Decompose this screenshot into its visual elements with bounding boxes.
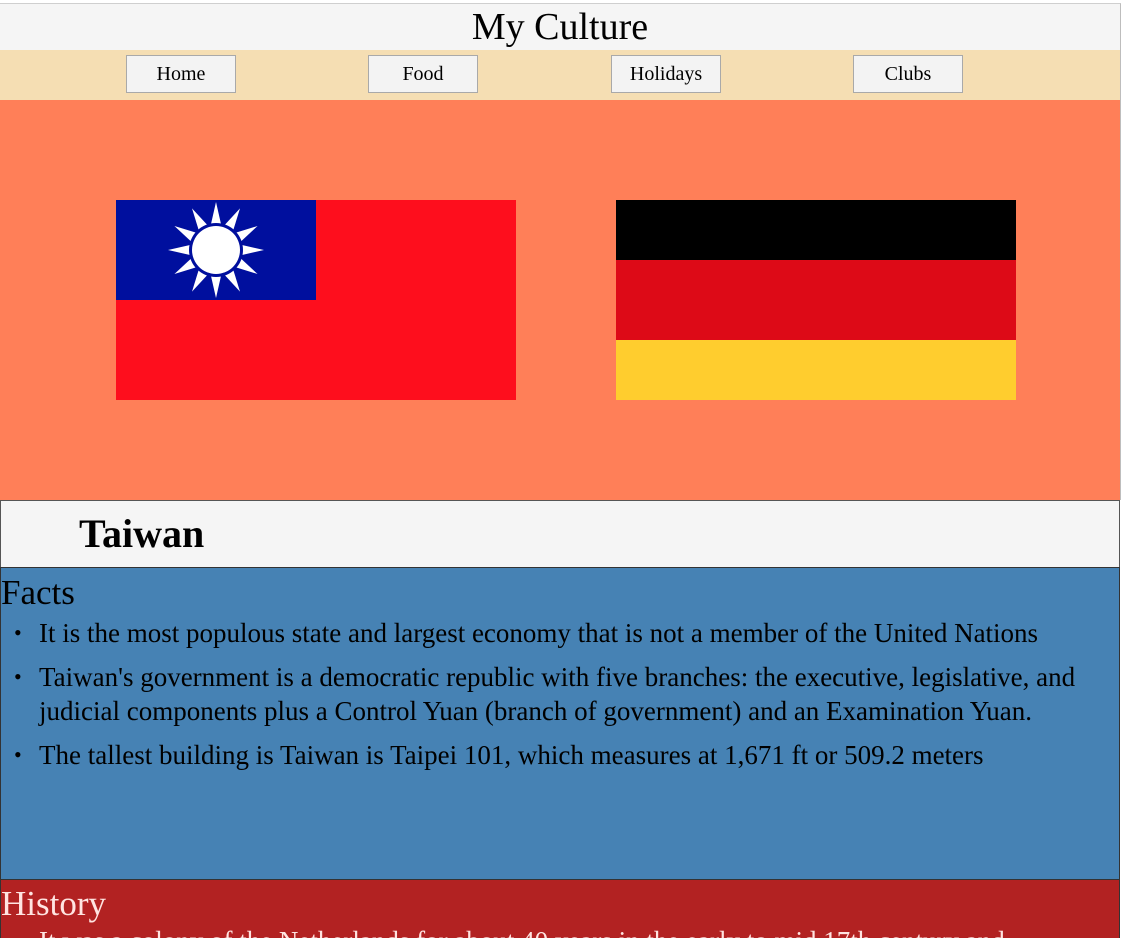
site-title: My Culture [471, 6, 649, 48]
history-text: It was a colony of the Netherlands for a… [39, 924, 1119, 938]
germany-flag-image [616, 200, 1016, 400]
nav-holidays-button[interactable]: Holidays [611, 55, 721, 93]
fact-item: • It is the most populous state and large… [14, 616, 1109, 650]
germany-flag-gold-stripe [616, 340, 1016, 400]
page: My Culture Home Food Holidays Clubs Taiw… [0, 0, 1122, 938]
fact-item: • Taiwan's government is a democratic rep… [14, 660, 1109, 728]
facts-heading: Facts [1, 573, 75, 612]
fact-text: It is the most populous state and larges… [39, 618, 1039, 648]
fact-text: Taiwan's government is a democratic repu… [39, 662, 1076, 726]
nav-food-button[interactable]: Food [368, 55, 478, 93]
bullet-icon: • [14, 620, 22, 645]
white-sun-icon [168, 202, 264, 298]
bullet-icon: • [14, 742, 22, 767]
facts-list: • It is the most populous state and large… [1, 616, 1109, 782]
main-nav: Home Food Holidays Clubs [0, 50, 1121, 100]
fact-text: The tallest building is Taiwan is Taipei… [39, 740, 984, 770]
fact-item: • The tallest building is Taiwan is Taipe… [14, 738, 1109, 772]
site-header: My Culture [0, 3, 1121, 51]
country-bar: Taiwan [0, 500, 1120, 567]
taiwan-flag-image [116, 200, 516, 400]
history-heading: History [1, 884, 106, 923]
germany-flag-black-stripe [616, 200, 1016, 260]
taiwan-flag-canton [116, 200, 316, 300]
nav-home-button[interactable]: Home [126, 55, 236, 93]
nav-clubs-button[interactable]: Clubs [853, 55, 963, 93]
flags-banner [0, 100, 1121, 500]
bullet-icon: • [14, 664, 22, 689]
germany-flag-red-stripe [616, 260, 1016, 340]
country-name: Taiwan [79, 511, 205, 556]
history-section: History It was a colony of the Netherlan… [0, 879, 1120, 938]
facts-section: Facts • It is the most populous state and… [0, 567, 1120, 880]
